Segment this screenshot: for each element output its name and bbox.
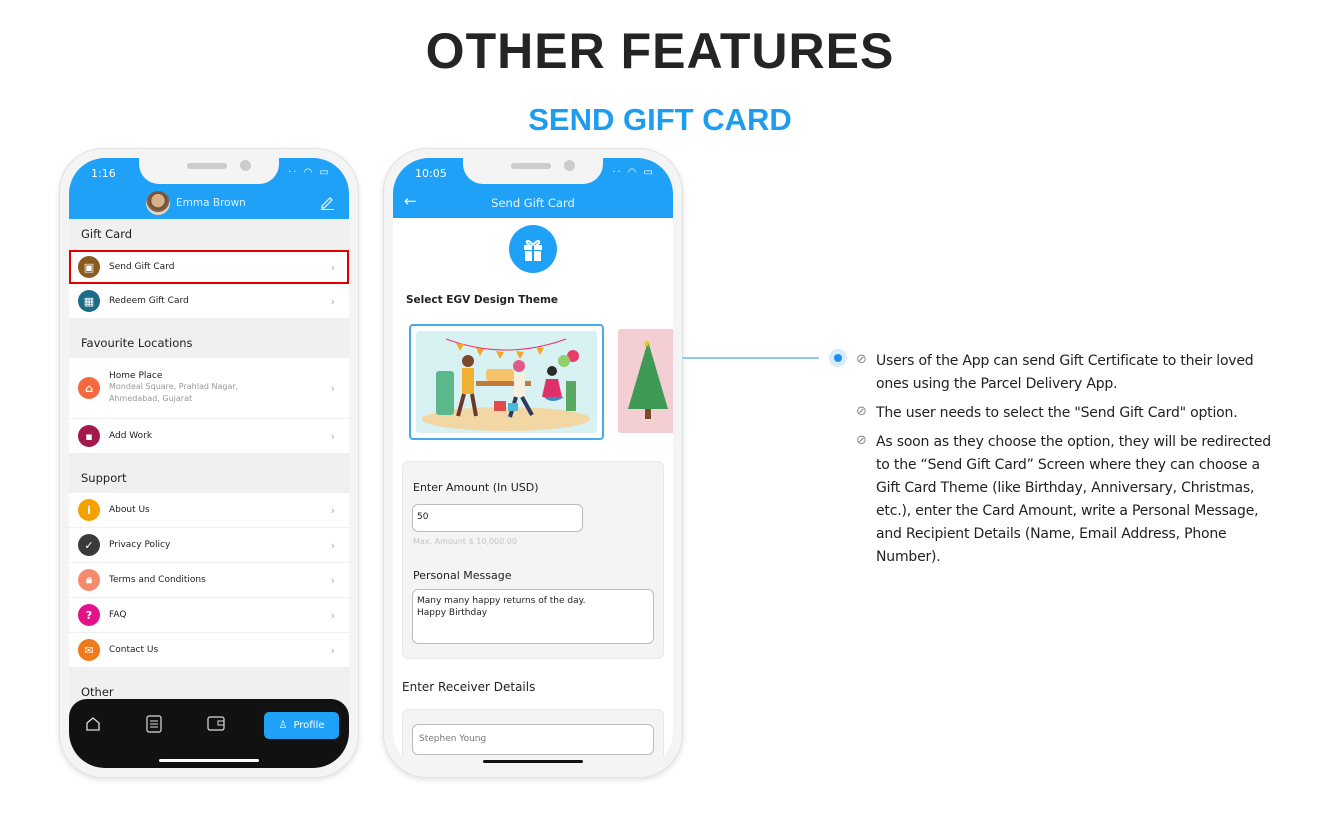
status-icons: ·· ◠ ▭ <box>288 167 331 178</box>
amount-form: Enter Amount (In USD) 50 Max. Amount $ 1… <box>402 461 664 659</box>
chevron-right-icon: › <box>330 608 335 622</box>
svg-text:★: ★ <box>642 339 651 350</box>
chevron-right-icon: › <box>330 381 335 395</box>
amount-input[interactable]: 50 <box>412 504 583 532</box>
user-name: Emma Brown <box>176 197 246 209</box>
home-indicator <box>159 759 259 762</box>
menu-item[interactable]: ? FAQ › <box>69 598 349 632</box>
page-subtitle: SEND GIFT CARD <box>528 102 792 137</box>
menu-item-label: Home Place <box>109 371 163 381</box>
bottom-nav: ♙ Profile <box>69 699 349 768</box>
lock-icon: 🔒︎ <box>78 569 100 591</box>
receiver-name-input[interactable]: Stephen Young <box>412 724 654 755</box>
phone-profile: 1:16 ·· ◠ ▭ Emma Brown Gift Card ▣ Send … <box>59 148 359 778</box>
section-title: Favourite Locations <box>81 336 193 350</box>
theme-label: Select EGV Design Theme <box>406 294 559 306</box>
menu-item-label: Send Gift Card <box>109 262 175 272</box>
status-icons: ·· ◠ ▭ <box>612 167 655 178</box>
menu-item[interactable]: i About Us › <box>69 493 349 527</box>
page-title: OTHER FEATURES <box>425 23 895 79</box>
theme-christmas[interactable]: ★ <box>618 329 673 433</box>
check-circle-icon: ⊘ <box>856 433 867 448</box>
max-amount-hint: Max. Amount $ 10,000.00 <box>413 537 517 546</box>
message-label: Personal Message <box>413 569 512 582</box>
menu-item[interactable]: 🔒︎ Terms and Conditions › <box>69 563 349 597</box>
menu-item-label: Redeem Gift Card <box>109 296 189 306</box>
menu-item-label: FAQ <box>109 610 127 620</box>
menu-item[interactable]: ⌂ Home Place Mondeal Square, Prahlad Naga… <box>69 358 349 418</box>
gift-icon <box>509 225 557 273</box>
message-line: Happy Birthday <box>417 608 488 618</box>
menu-item-label: Add Work <box>109 431 153 441</box>
menu-item[interactable]: ✓ Privacy Policy › <box>69 528 349 562</box>
notch <box>139 158 279 184</box>
connector-line <box>682 357 819 359</box>
feature-text: Users of the App can send Gift Certifica… <box>876 353 1254 392</box>
home-pin-icon: ⌂ <box>78 377 100 399</box>
gift-icon: ▣ <box>78 256 100 278</box>
lock-check-icon: ✓ <box>78 534 100 556</box>
user-icon: ♙ <box>278 720 288 731</box>
menu-item[interactable]: ✉ Contact Us › <box>69 633 349 667</box>
pencil-icon[interactable] <box>319 194 335 210</box>
feature-text: As soon as they choose the option, they … <box>876 434 1271 565</box>
profile-tab[interactable]: ♙ Profile <box>264 712 339 739</box>
wallet-icon[interactable] <box>207 716 225 731</box>
chevron-right-icon: › <box>330 538 335 552</box>
avatar[interactable] <box>146 191 170 215</box>
section-title: Gift Card <box>81 227 133 241</box>
receiver-label: Enter Receiver Details <box>402 680 536 694</box>
header-title: Send Gift Card <box>491 196 575 210</box>
chevron-right-icon: › <box>330 503 335 517</box>
chevron-right-icon: › <box>330 429 335 443</box>
chevron-right-icon: › <box>330 260 335 274</box>
phone-send-gift-card: 10:05 ·· ◠ ▭ ← Send Gift Card Select EGV… <box>383 148 683 778</box>
gift-box-icon: ▦ <box>78 290 100 312</box>
menu-item[interactable]: ▦ Redeem Gift Card › <box>69 284 349 318</box>
message-line: Many many happy returns of the day. <box>417 596 586 606</box>
menu-item-sub: Mondeal Square, Prahlad Nagar, Ahmedabad… <box>109 382 239 403</box>
home-indicator <box>483 760 583 763</box>
theme-birthday[interactable] <box>409 324 604 440</box>
chevron-right-icon: › <box>330 643 335 657</box>
feature-text: The user needs to select the "Send Gift … <box>876 405 1238 421</box>
chevron-right-icon: › <box>330 294 335 308</box>
menu-item[interactable]: ▣ Send Gift Card › <box>69 250 349 284</box>
menu-item-label: Terms and Conditions <box>109 575 206 585</box>
message-textarea[interactable]: Many many happy returns of the day. Happy… <box>412 589 654 644</box>
section-title: Other <box>81 685 114 699</box>
check-circle-icon: ⊘ <box>856 404 867 419</box>
orders-icon[interactable] <box>146 715 162 733</box>
status-time: 1:16 <box>91 167 116 180</box>
mail-icon: ✉ <box>78 639 100 661</box>
info-icon: i <box>78 499 100 521</box>
home-icon[interactable] <box>85 716 101 732</box>
status-time: 10:05 <box>415 167 447 180</box>
connector-dot <box>829 349 847 367</box>
menu-item-label: Privacy Policy <box>109 540 171 550</box>
menu-item[interactable]: ▪ Add Work › <box>69 419 349 453</box>
menu-item-label: Contact Us <box>109 645 159 655</box>
check-circle-icon: ⊘ <box>856 352 867 367</box>
section-title: Support <box>81 471 127 485</box>
profile-screen: 1:16 ·· ◠ ▭ Emma Brown Gift Card ▣ Send … <box>69 158 349 768</box>
work-pin-icon: ▪ <box>78 425 100 447</box>
amount-label: Enter Amount (In USD) <box>413 481 539 494</box>
chevron-right-icon: › <box>330 573 335 587</box>
menu-item-label: About Us <box>109 505 150 515</box>
question-icon: ? <box>78 604 100 626</box>
notch <box>463 158 603 184</box>
send-gift-card-screen: 10:05 ·· ◠ ▭ ← Send Gift Card Select EGV… <box>393 158 673 768</box>
profile-tab-label: Profile <box>293 720 325 731</box>
